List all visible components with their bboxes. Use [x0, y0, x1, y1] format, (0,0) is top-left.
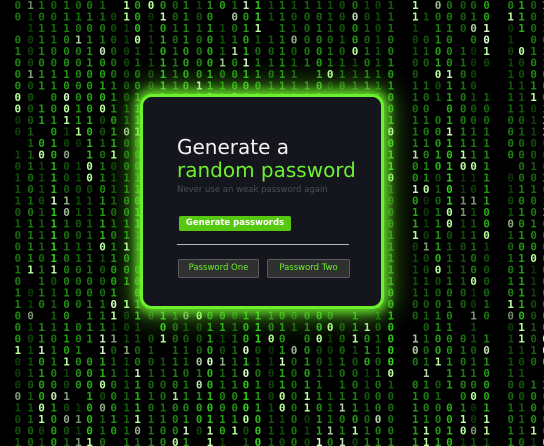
matrix-glyph: 1	[460, 436, 467, 446]
matrix-glyph: 0	[51, 436, 58, 446]
matrix-glyph: 0	[291, 436, 298, 446]
password-one-button[interactable]: Password One	[178, 259, 259, 278]
matrix-glyph: 0	[148, 310, 155, 323]
matrix-glyph: 0	[460, 298, 467, 311]
matrix-glyph: 1	[470, 436, 477, 446]
matrix-glyph: 1	[291, 321, 298, 334]
matrix-glyph: 0	[304, 436, 311, 446]
matrix-glyph: 1	[483, 436, 490, 446]
matrix-glyph: 1	[327, 367, 334, 380]
matrix-glyph: 1	[243, 436, 250, 446]
matrix-glyph: 0	[460, 22, 467, 35]
matrix-glyph: 1	[268, 436, 275, 446]
matrix-glyph: 0	[412, 356, 419, 369]
matrix-glyph: 1	[412, 436, 419, 446]
password-generator-card: Generate a random password Never use an …	[140, 94, 384, 309]
matrix-glyph: 0	[446, 436, 453, 446]
matrix-glyph: 0	[160, 436, 167, 446]
matrix-glyph: 1	[435, 436, 442, 446]
matrix-glyph: 1	[423, 11, 430, 24]
title-line-1: Generate a	[177, 135, 290, 159]
matrix-glyph: 1	[388, 436, 395, 446]
matrix-glyph: 1	[423, 436, 430, 446]
matrix-glyph: 1	[375, 436, 382, 446]
matrix-glyph: 1	[27, 264, 34, 277]
matrix-glyph: 0	[27, 436, 34, 446]
matrix-glyph: 0	[483, 310, 490, 323]
matrix-glyph: 1	[63, 436, 70, 446]
matrix-glyph: 0	[423, 57, 430, 70]
divider	[177, 244, 349, 245]
subtitle: Never use an weak password again	[177, 185, 328, 195]
matrix-glyph: 1	[148, 436, 155, 446]
title-line-2: random password	[177, 158, 356, 182]
page: 0001000000010111010001011000100001001111…	[0, 0, 544, 446]
matrix-glyph: 1	[446, 379, 453, 392]
matrix-glyph: 1	[231, 425, 238, 438]
matrix-glyph: 1	[75, 436, 82, 446]
matrix-glyph: 1	[530, 436, 537, 446]
matrix-glyph: 0	[530, 356, 537, 369]
matrix-glyph: 1	[86, 436, 93, 446]
matrix-glyph: 1	[304, 57, 311, 70]
matrix-glyph: 0	[75, 379, 82, 392]
matrix-glyph: 1	[268, 11, 275, 24]
matrix-glyph: 1	[38, 114, 45, 127]
matrix-glyph: 0	[219, 0, 226, 12]
matrix-glyph: 1	[435, 91, 442, 104]
matrix-glyph: 1	[160, 333, 167, 346]
matrix-glyph: 0	[38, 298, 45, 311]
matrix-glyph: 0	[15, 126, 22, 139]
matrix-glyph: 1	[518, 22, 525, 35]
matrix-glyph: 1	[364, 436, 371, 446]
password-two-button[interactable]: Password Two	[267, 259, 350, 278]
matrix-glyph: 0	[75, 298, 82, 311]
matrix-glyph: 1	[86, 333, 93, 346]
matrix-glyph: 1	[507, 436, 514, 446]
matrix-glyph: 0	[327, 436, 334, 446]
matrix-glyph: 1	[15, 436, 22, 446]
matrix-glyph: 1	[316, 436, 323, 446]
matrix-glyph: 0	[507, 149, 514, 162]
matrix-glyph: 0	[483, 57, 490, 70]
matrix-glyph: 0	[352, 436, 359, 446]
matrix-glyph: 1	[38, 80, 45, 93]
matrix-glyph: 1	[207, 436, 214, 446]
matrix-glyph: 0	[75, 137, 82, 150]
matrix-glyph: 0	[15, 11, 22, 24]
matrix-glyph: 0	[172, 436, 179, 446]
matrix-glyph: 0	[412, 310, 419, 323]
matrix-glyph: 0	[110, 425, 117, 438]
matrix-glyph: 1	[183, 436, 190, 446]
matrix-glyph: 0	[99, 436, 106, 446]
matrix-glyph: 0	[196, 425, 203, 438]
matrix-glyph: 1	[339, 436, 346, 446]
matrix-glyph: 0	[279, 436, 286, 446]
matrix-glyph: 1	[219, 436, 226, 446]
matrix-glyph: 1	[435, 356, 442, 369]
matrix-glyph: 0	[518, 436, 525, 446]
generate-passwords-button[interactable]: Generate passwords	[179, 216, 291, 231]
matrix-glyph: 1	[134, 436, 141, 446]
matrix-glyph: 1	[38, 436, 45, 446]
matrix-glyph: 0	[255, 436, 262, 446]
matrix-glyph: 1	[123, 436, 130, 446]
matrix-glyph: 1	[123, 275, 130, 288]
